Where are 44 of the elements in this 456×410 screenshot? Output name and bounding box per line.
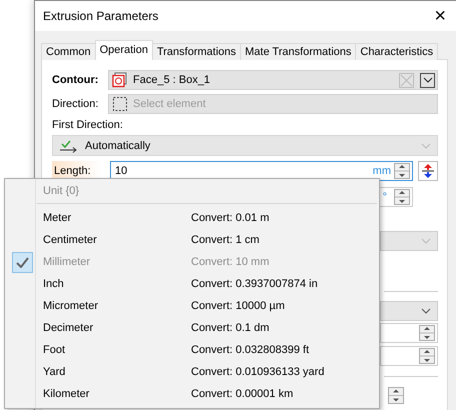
menu-item[interactable]: Foot bbox=[39, 344, 191, 356]
tab[interactable]: Operation bbox=[94, 40, 153, 60]
conversion-text: Convert: 0.032808399 ft bbox=[191, 344, 310, 356]
face-icon bbox=[112, 72, 128, 88]
contour-label: Contour: bbox=[52, 74, 100, 86]
conversion-text: Convert: 0.01 m bbox=[191, 212, 270, 224]
menu-item[interactable]: Meter bbox=[39, 212, 191, 224]
menu-item[interactable]: Kilometer bbox=[39, 388, 191, 400]
menu-item[interactable]: Decimeter bbox=[39, 322, 191, 334]
conversion-text: Convert: 0.3937007874 in bbox=[191, 278, 318, 290]
flip-direction-icon[interactable] bbox=[418, 161, 438, 181]
conversion-text: Convert: 1 cm bbox=[191, 234, 260, 246]
chevron-icon[interactable] bbox=[422, 77, 432, 83]
selection-icon bbox=[112, 96, 128, 112]
contour-field[interactable]: Face_5 : Box_1 bbox=[108, 70, 438, 90]
conversion-text: Convert: 0.010936133 yard bbox=[191, 366, 324, 378]
menu-header: Unit {0} bbox=[43, 184, 80, 199]
conversion-text: Convert: 10000 µm bbox=[191, 300, 285, 312]
menu-item[interactable]: Centimeter bbox=[39, 234, 191, 246]
spinner-icon[interactable] bbox=[394, 189, 410, 205]
menu-item[interactable]: Micrometer bbox=[39, 300, 191, 312]
conversion-text: Convert: 0.1 dm bbox=[191, 322, 270, 334]
chevron-icon[interactable] bbox=[421, 308, 431, 314]
number-field[interactable] bbox=[380, 323, 438, 343]
menu-item[interactable]: Inch bbox=[39, 278, 191, 290]
tab[interactable]: Common bbox=[41, 43, 96, 60]
tab[interactable]: Mate Transformations bbox=[240, 43, 356, 60]
window-title: Extrusion Parameters bbox=[43, 9, 158, 23]
menu-item[interactable]: Yard bbox=[39, 366, 191, 378]
degree-unit-label[interactable]: ° bbox=[382, 191, 387, 203]
spinner-icon[interactable] bbox=[388, 386, 404, 404]
spinner-icon[interactable] bbox=[419, 348, 435, 364]
number-field[interactable] bbox=[380, 346, 438, 366]
spinner-icon[interactable] bbox=[394, 163, 410, 179]
conversion-text: Convert: 10 mm bbox=[191, 256, 270, 268]
spinner-icon[interactable] bbox=[419, 325, 435, 341]
direction-arrow-icon bbox=[59, 138, 79, 152]
direction-label: Direction: bbox=[52, 98, 100, 110]
close-button[interactable]: × bbox=[434, 6, 448, 26]
first-direction-dropdown[interactable]: Automatically bbox=[52, 135, 438, 156]
tab[interactable]: Transformations bbox=[152, 43, 241, 60]
conversion-text: Convert: 0.00001 km bbox=[191, 388, 294, 400]
tab[interactable]: Characteristics bbox=[355, 43, 438, 60]
first-direction-label: First Direction: bbox=[52, 119, 123, 131]
